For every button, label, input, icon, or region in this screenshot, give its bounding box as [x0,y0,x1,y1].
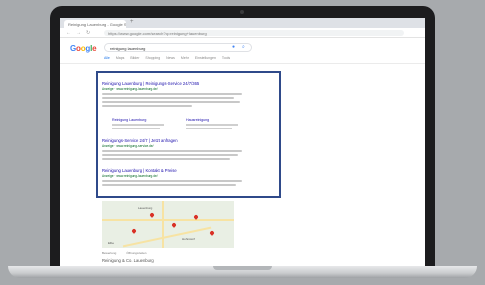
map-panel[interactable]: Lauenburg Hohnstorf Elbe [102,201,234,248]
sitelink-snippet-line [186,124,238,126]
sitelink: Reinigung Lauenburg [112,118,168,129]
back-arrow-icon[interactable]: ← [66,30,71,36]
map-label: Hohnstorf [182,237,196,241]
map-road [102,219,234,221]
result-title-link[interactable]: Reinigungs-Service 24/7 | Jetzt anfragen [102,138,252,143]
result-snippet-line [102,154,238,156]
search-icon[interactable]: ⌕ [242,44,245,50]
sitelink-snippet-line [112,127,160,129]
map-pin-icon[interactable] [171,222,177,228]
map-pin-icon[interactable] [209,230,215,236]
result-snippet-line [102,150,242,152]
browser-window: Reinigung Lauenburg - Google Suche + ← →… [60,18,425,266]
map-footer: Bewertung Öffnungszeiten [102,251,146,255]
browser-toolbar: ← → ↻ https://www.google.com/search?q=re… [60,28,425,38]
map-pin-icon[interactable] [131,228,137,234]
reload-icon[interactable]: ↻ [86,30,90,36]
sitelink-title[interactable]: Reinigung Lauenburg [112,118,168,122]
map-label: Lauenburg [138,206,153,210]
camera-icon [240,10,244,14]
ad-result: Reinigungs-Service 24/7 | Jetzt anfragen… [102,138,252,160]
microphone-icon[interactable]: ● [232,44,235,50]
search-tabs: Alle Maps Bilder Shopping News Mehr Eins… [104,56,230,62]
result-snippet-line [102,180,242,182]
new-tab-icon[interactable]: + [130,19,134,25]
forward-arrow-icon[interactable]: → [76,30,81,36]
search-input[interactable]: reinigung lauenburg [104,43,252,52]
result-title-link[interactable]: Reinigung Lauenburg | Kontakt & Preise [102,168,252,173]
result-url: Anzeige · www.reinigung-service.de/ [102,144,154,148]
divider [60,63,425,64]
result-url: Anzeige · www.reinigung-lauenburg.de/ [102,174,158,178]
ad-result: Reinigung Lauenburg | Reinigungs-Service… [102,81,252,107]
logo-letter: e [92,44,97,53]
laptop-lid: Reinigung Lauenburg - Google Suche + ← →… [50,6,435,268]
result-title-link[interactable]: Reinigung & Co. Lauenburg [102,258,222,263]
result-snippet-line [102,184,236,186]
result-title-link[interactable]: Reinigung Lauenburg | Reinigungs-Service… [102,81,252,86]
result-url: Anzeige · www.reinigung-lauenburg.de/ [102,87,158,91]
map-label: Elbe [108,241,115,245]
tab-news[interactable]: News [166,56,175,62]
tab-more[interactable]: Mehr [181,56,189,62]
organic-result: Reinigung & Co. Lauenburg [102,258,222,263]
laptop-scene: Reinigung Lauenburg - Google Suche + ← →… [0,0,485,285]
sitelink-snippet-line [112,124,164,126]
tab-maps[interactable]: Maps [116,56,125,62]
browser-tab[interactable]: Reinigung Lauenburg - Google Suche [64,20,126,28]
sitelink-title[interactable]: Hausreinigung [186,118,242,122]
map-filter-rating[interactable]: Bewertung [102,251,116,255]
sitelinks: Reinigung Lauenburg Hausreinigung [112,118,242,129]
map-filter-hours[interactable]: Öffnungszeiten [126,251,146,255]
address-bar[interactable]: https://www.google.com/search?q=reinigun… [104,30,404,36]
map-pin-icon[interactable] [149,212,155,218]
ad-result: Reinigung Lauenburg | Kontakt & Preise A… [102,168,252,186]
result-snippet-line [102,105,192,107]
sitelink: Hausreinigung [186,118,242,129]
tab-tools[interactable]: Tools [222,56,230,62]
trackpad-notch [213,266,272,270]
google-logo[interactable]: Google [70,44,97,53]
result-snippet-line [102,97,234,99]
tab-all[interactable]: Alle [104,56,110,62]
result-snippet-line [102,158,230,160]
tab-settings[interactable]: Einstellungen [195,56,216,62]
tab-shopping[interactable]: Shopping [145,56,160,62]
tab-images[interactable]: Bilder [130,56,139,62]
result-snippet-line [102,101,240,103]
laptop-base [8,266,477,278]
result-snippet-line [102,93,242,95]
tab-strip: Reinigung Lauenburg - Google Suche + [60,18,425,28]
sitelink-snippet-line [186,127,232,129]
map-road [162,201,164,248]
